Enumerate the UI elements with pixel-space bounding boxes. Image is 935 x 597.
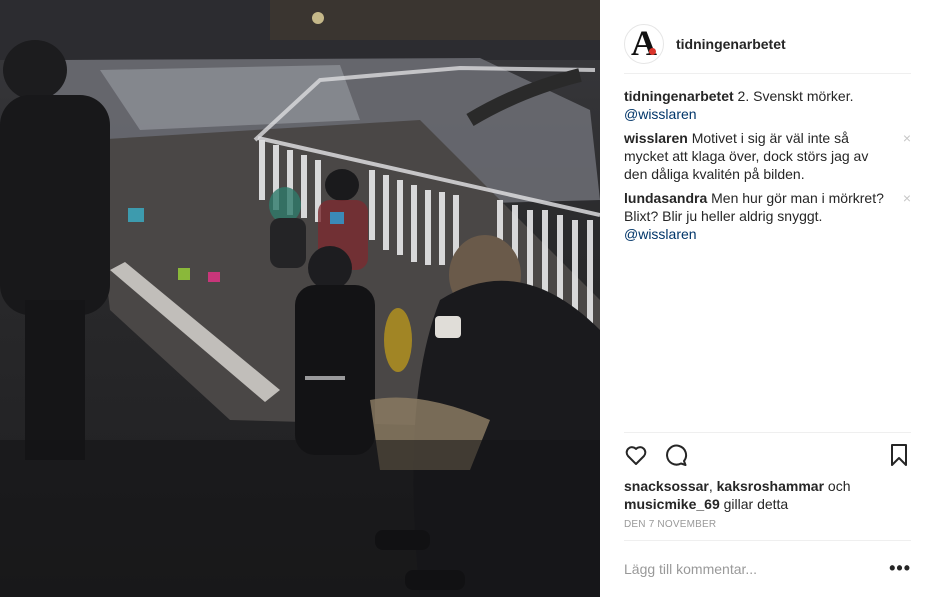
likes-and: och (824, 478, 851, 494)
action-icons (624, 433, 911, 477)
comment-item: wisslaren Motivet i sig är väl inte så m… (624, 129, 911, 183)
caption: tidningenarbetet 2. Svenskt mörker. @wis… (624, 87, 911, 123)
photo-scene (0, 0, 600, 597)
caption-text: 2. Svenskt mörker. (733, 88, 854, 104)
likes-sep: , (708, 478, 717, 494)
post-date[interactable]: DEN 7 NOVEMBER (624, 519, 911, 530)
likes-summary: snacksossar, kaksroshammar och musicmike… (624, 477, 911, 513)
speech-bubble-icon[interactable] (664, 443, 688, 467)
comment-item: lundasandra Men hur gör man i mörkret? B… (624, 189, 911, 243)
avatar-logo-dot (649, 47, 656, 55)
like-user[interactable]: musicmike_69 (624, 496, 720, 512)
like-user[interactable]: snacksossar (624, 478, 709, 494)
avatar-logo-letter: A (631, 23, 657, 63)
add-comment-bar: ••• (624, 540, 911, 596)
close-icon[interactable]: × (903, 189, 911, 207)
close-icon[interactable]: × (903, 129, 911, 147)
comments-list: tidningenarbetet 2. Svenskt mörker. @wis… (624, 87, 911, 249)
likes-suffix: gillar detta (719, 496, 789, 512)
comment-input[interactable] (624, 560, 890, 577)
header-username[interactable]: tidningenarbetet (676, 36, 786, 52)
post-side-panel: A tidningenarbetet tidningenarbetet 2. S… (600, 0, 935, 597)
comment-author[interactable]: wisslaren (624, 130, 688, 146)
comment-mention[interactable]: @wisslaren (624, 226, 697, 242)
caption-mention[interactable]: @wisslaren (624, 106, 697, 122)
avatar[interactable]: A (624, 23, 664, 64)
post-header: A tidningenarbetet (624, 14, 911, 74)
bookmark-icon[interactable] (887, 443, 911, 467)
post-actions: snacksossar, kaksroshammar och musicmike… (624, 432, 911, 530)
comment-author[interactable]: lundasandra (624, 190, 707, 206)
caption-author[interactable]: tidningenarbetet (624, 88, 734, 104)
like-user[interactable]: kaksroshammar (717, 478, 824, 494)
more-options-icon[interactable]: ••• (889, 558, 911, 579)
heart-icon[interactable] (624, 443, 648, 467)
post-photo[interactable] (0, 0, 600, 597)
